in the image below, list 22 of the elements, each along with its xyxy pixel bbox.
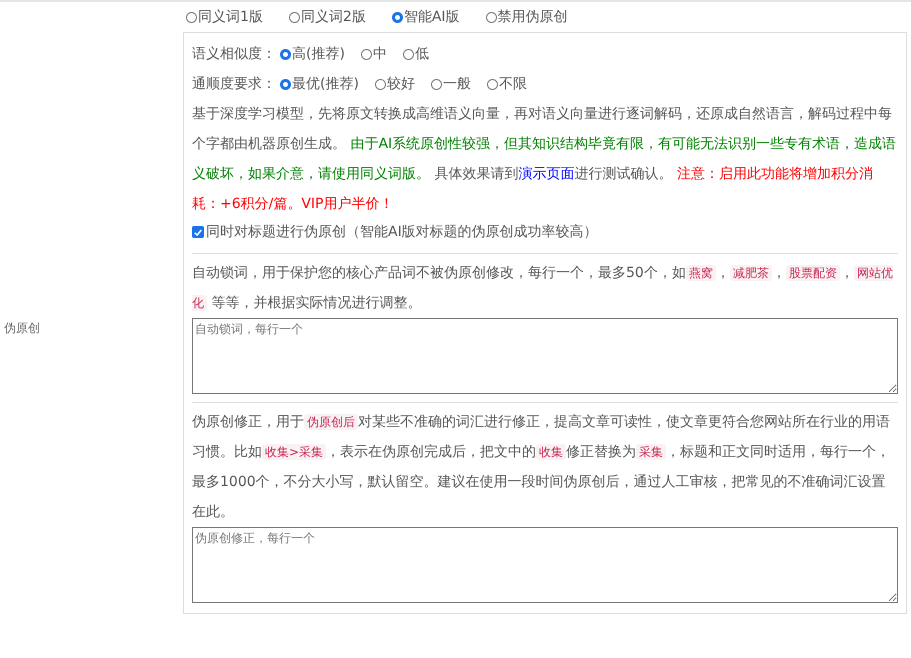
similarity-radio[interactable]: 中 [360,39,387,69]
fluency-radio[interactable]: 较好 [374,69,415,99]
mode-radio[interactable]: 智能AI版 [392,8,460,26]
correction-field[interactable]: 伪原创修正，每行一个 [192,527,898,603]
title-checkbox[interactable]: 同时对标题进行伪原创（智能AI版对标题的伪原创成功率较高） [192,219,898,245]
fluency-label: 通顺度要求： [192,75,276,94]
fluency-radio[interactable]: 最优(推荐) [280,69,359,99]
demo-link[interactable]: 演示页面 [518,166,574,182]
similarity-label: 语义相似度： [192,45,276,64]
section-label: 伪原创 [4,321,40,335]
lock-words-field[interactable]: 自动锁词，每行一个 [192,318,898,394]
mode-radio[interactable]: 同义词1版 [186,8,263,26]
fluency-radio[interactable]: 一般 [430,69,471,99]
similarity-radio[interactable]: 高(推荐) [280,39,345,69]
check-icon [193,226,203,238]
correction-description: 伪原创修正，用于 伪原创后 对某些不准确的词汇进行修正，提高文章可读性，使文章更符合您网站所在行业的用语习惯。比如 收集>采集 ，表示在伪原创完成后，把文中的 收集 修正替换为 采集 ，标题和正文同时适用，每行一个，最多1000个，不分大小写，默认留空。建议在使用一段时间伪原创后，通过人工审核，把常见的不准确词汇设置在此。 [192,413,892,522]
similarity-radio[interactable]: 低 [402,39,429,69]
lock-words-description: 自动锁词，用于保护您的核心产品词不被伪原创修改，每行一个，最多50个，如 燕窝 ， 减肥茶 ， 股票配资 ， 网站优化 等等，并根据实际情况进行调整。 [192,264,894,313]
mode-radio[interactable]: 同义词2版 [288,8,366,26]
mode-radio[interactable]: 禁用伪原创 [486,8,568,26]
description-text: 基于深度学习模型，先将原文转换成高维语义向量，再对语义向量进行逐词解码，还原成自然语言，解码过程中每个字都由机器原创生成。 由于AI系统原创性较强，但其知识结构毕竟有限，有可能无法识别一些专有术语，造成语义破坏，如果介意，请使用同义词版。 具体效果请到演示页面进行测试确认。 注意：启用此功能将增加积分消耗：+6积分/篇。VIP用户半价！ [192,105,898,214]
fluency-radio[interactable]: 不限 [486,69,527,99]
